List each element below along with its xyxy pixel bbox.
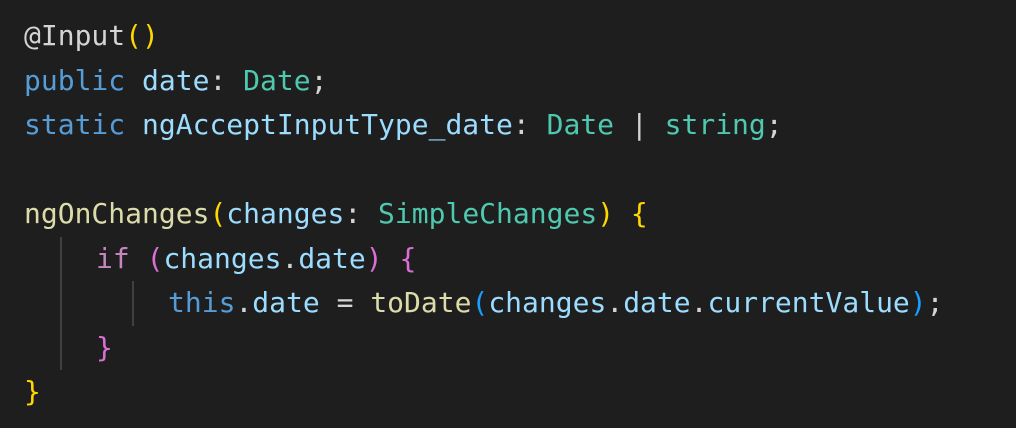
identifier-date: date [252,286,320,319]
dot: . [235,286,253,319]
indent-guide [60,236,62,281]
code-line-1[interactable]: @Input() [24,14,944,59]
open-paren: ( [471,286,489,319]
type-date: Date [243,63,311,97]
identifier-changes: changes [163,241,282,275]
code-line-3[interactable]: static ngAcceptInputType_date: Date | st… [24,103,944,148]
semicolon: ; [765,108,783,141]
code-line-9[interactable]: } [24,370,944,415]
close-paren: ) [365,241,383,275]
type-date: Date [546,108,615,141]
close-brace: } [96,330,113,364]
decorator-name: @Input [24,19,126,52]
close-paren: ) [909,286,927,319]
close-paren: ) [597,197,615,230]
identifier-changes: changes [488,286,607,319]
dot: . [606,286,624,319]
open-brace: { [630,197,648,230]
identifier-date: date [623,286,691,319]
method-name: ngOnChanges [24,197,210,230]
identifier-currentvalue: currentValue [707,286,910,319]
open-paren: ( [209,197,227,230]
code-line-5[interactable]: ngOnChanges(changes: SimpleChanges) { [24,192,944,237]
code-editor[interactable]: @Input() public date: Date; static ngAcc… [0,0,1016,428]
dot: . [690,286,708,319]
identifier-date: date [298,241,366,275]
semicolon: ; [926,286,944,319]
keyword-if: if [96,241,130,275]
union-operator: | [614,108,665,141]
open-paren: ( [125,19,143,52]
code-line-2[interactable]: public date: Date; [24,59,944,104]
code-block[interactable]: @Input() public date: Date; static ngAcc… [24,14,944,415]
keyword-static: static [24,108,126,141]
indent-guide [60,281,62,326]
colon: : [344,197,379,230]
property-name: date [142,63,210,97]
semicolon: ; [310,63,328,97]
assignment: = [319,286,371,319]
colon: : [512,108,547,141]
type-simplechanges: SimpleChanges [378,197,598,230]
parameter-name: changes [226,197,345,230]
close-brace: } [24,375,41,408]
dot: . [281,241,299,275]
property-name: ngAcceptInputType_date [142,108,513,141]
colon: : [209,63,244,97]
keyword-this: this [168,286,236,319]
open-paren: ( [146,241,164,275]
open-brace: { [399,241,417,275]
code-line-4[interactable] [24,148,944,193]
code-line-6[interactable]: if (changes.date) { [24,236,944,281]
function-todate: toDate [370,286,472,319]
indent-guide [132,281,134,326]
code-line-8[interactable]: } [24,325,944,370]
code-line-7[interactable]: this.date = toDate(changes.date.currentV… [24,281,944,326]
close-paren: ) [142,19,159,52]
indent-guide [60,325,62,370]
type-string: string [664,108,766,141]
keyword-public: public [24,63,126,97]
